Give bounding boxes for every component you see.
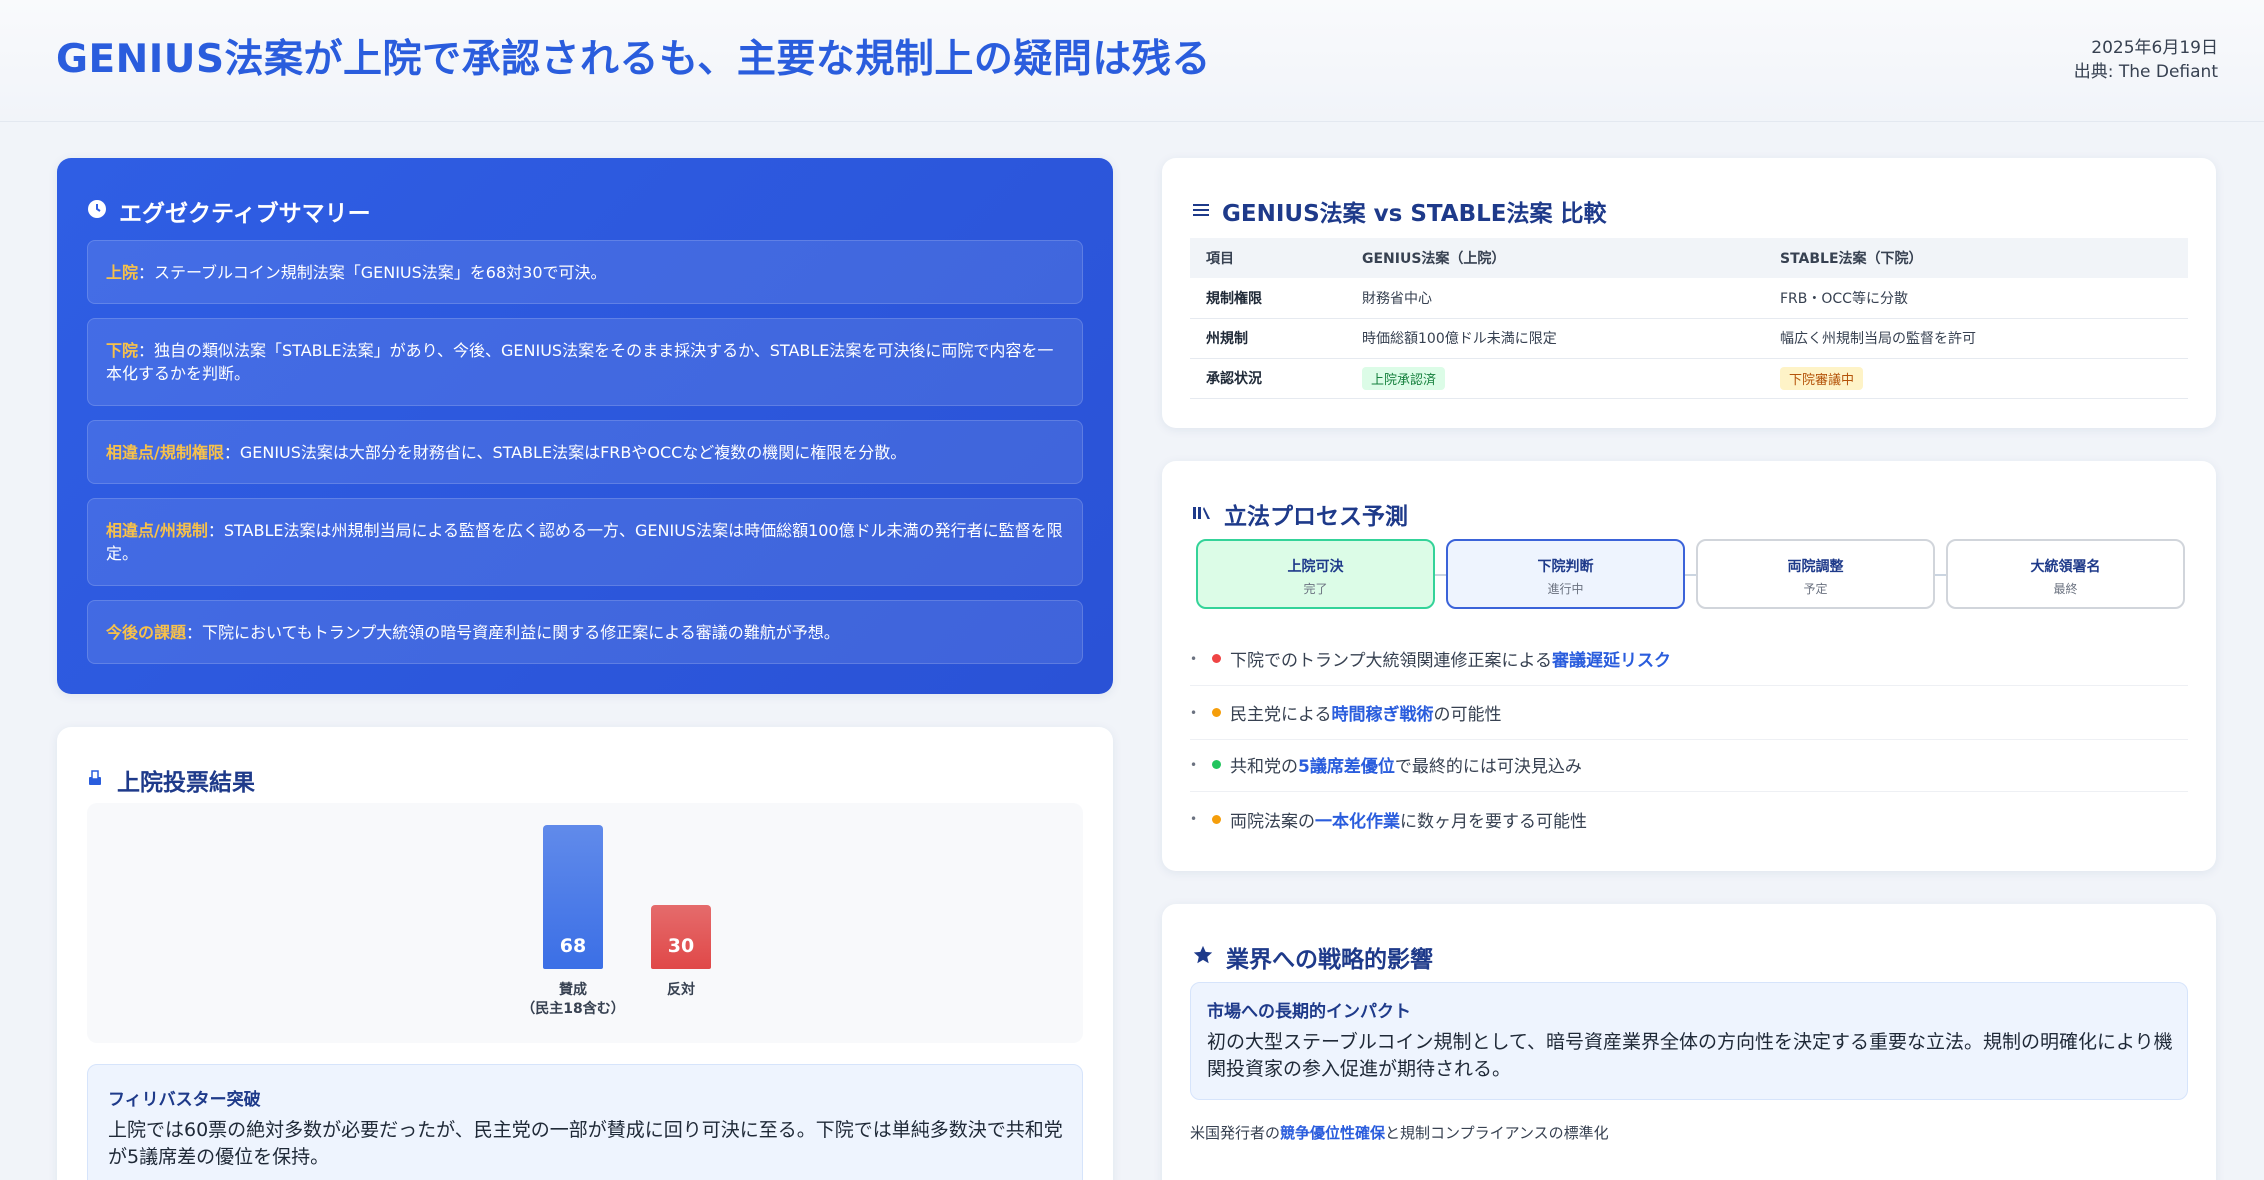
risk-item: • 民主党による 時間稼ぎ戦術 の可能性 — [1190, 686, 2188, 740]
status-dot — [1212, 708, 1221, 717]
impact-callout: 市場への長期的インパクト 初の大型ステーブルコイン規制として、暗号資産業界全体の… — [1190, 982, 2188, 1100]
impact-title: 業界への戦略的影響 — [1192, 940, 1433, 974]
filibuster-text: 上院では60票の絶対多数が必要だったが、民主党の一部が賛成に回り可決に至る。下院… — [108, 1119, 1063, 1168]
vote-bar-chart: 68 賛成 （民主18含む） 30 反対 — [87, 803, 1083, 1043]
table-cell: 規制権限 — [1190, 278, 1346, 319]
legislative-process-card: 立法プロセス予測 上院可決 完了 下院判断 進行中 両院調整 予定 大統領署名 … — [1162, 461, 2216, 871]
publish-date: 2025年6月19日 — [2091, 38, 2218, 58]
summary-item: 上院：ステーブルコイン規制法案「GENIUS法案」を68対30で可決。 — [87, 240, 1083, 304]
status-dot — [1212, 654, 1221, 663]
process-title: 立法プロセス予測 — [1192, 497, 1408, 531]
table-row: 承認状況 上院承認済 下院審議中 — [1190, 358, 2188, 399]
filibuster-title: フィリバスター突破 — [108, 1090, 261, 1110]
bar-value-label: 68 — [559, 935, 587, 957]
status-badge: 下院審議中 — [1780, 366, 1864, 390]
summary-item: 今後の課題：下院においてもトランプ大統領の暗号資産利益に関する修正案による審議の… — [87, 600, 1083, 664]
bar-category-label: 反対 — [667, 982, 695, 998]
table-cell: 下院審議中 — [1764, 358, 2188, 399]
risk-item: • 共和党の 5議席差優位 で最終的には可決見込み — [1190, 738, 2188, 792]
table-cell: 幅広く州規制当局の監督を許可 — [1764, 318, 2188, 359]
table-cell: 承認状況 — [1190, 358, 1346, 399]
step-connector — [1935, 574, 1946, 576]
risk-item: • 下院でのトランプ大統領関連修正案による 審議遅延リスク — [1190, 632, 2188, 686]
summary-item: 下院：独自の類似法案「STABLE法案」があり、今後、GENIUS法案をそのまま… — [87, 318, 1083, 406]
process-step-house: 下院判断 進行中 — [1446, 539, 1685, 609]
list-icon — [1192, 199, 1210, 223]
source-label: 出典: The Defiant — [2073, 62, 2218, 82]
page-meta: 2025年6月19日 出典: The Defiant — [2074, 36, 2218, 84]
table-cell: 州規制 — [1190, 318, 1346, 359]
table-header: STABLE法案（下院） — [1764, 238, 2188, 278]
table-cell: FRB・OCC等に分散 — [1764, 278, 2188, 319]
status-dot — [1212, 814, 1221, 824]
clock-icon — [87, 199, 107, 224]
table-cell: 財務省中心 — [1346, 278, 1764, 319]
status-badge: 上院承認済 — [1362, 366, 1446, 390]
impact-callout-text: 初の大型ステーブルコイン規制として、暗号資産業界全体の方向性を決定する重要な立法… — [1207, 1031, 2173, 1080]
star-icon — [1192, 944, 1214, 971]
table-header: GENIUS法案（上院） — [1346, 238, 1764, 278]
bar-value-label: 30 — [667, 935, 695, 957]
industry-impact-card: 業界への戦略的影響 市場への長期的インパクト 初の大型ステーブルコイン規制として… — [1162, 904, 2216, 1180]
table-header-row: 項目 GENIUS法案（上院） STABLE法案（下院） — [1190, 238, 2188, 278]
table-cell: 時価総額100億ドル未満に限定 — [1346, 318, 1764, 359]
impact-footnote: 米国発行者の競争優位性確保と規制コンプライアンスの標準化 — [1190, 1124, 1609, 1142]
table-header: 項目 — [1190, 238, 1346, 278]
process-step-signature: 大統領署名 最終 — [1946, 539, 2185, 609]
senate-vote-card: 上院投票結果 68 賛成 （民主18含む） 30 反対 フィリバスター突破 上院では60… — [57, 727, 1113, 1180]
summary-item: 相違点/州規制：STABLE法案は州規制当局による監督を広く認める一方、GENI… — [87, 498, 1083, 586]
table-row: 州規制 時価総額100億ドル未満に限定 幅広く州規制当局の監督を許可 — [1190, 318, 2188, 359]
executive-summary-card: エグゼクティブサマリー 上院：ステーブルコイン規制法案「GENIUS法案」を68… — [57, 158, 1113, 694]
table-row: 規制権限 財務省中心 FRB・OCC等に分散 — [1190, 278, 2188, 319]
page-title: GENIUS法案が上院で承認されるも、主要な規制上の疑問は残る — [56, 37, 1211, 82]
status-dot — [1212, 760, 1221, 769]
ballot-icon — [87, 768, 105, 792]
filibuster-note: フィリバスター突破 上院では60票の絶対多数が必要だったが、民主党の一部が賛成に… — [87, 1064, 1083, 1180]
risk-item: • 両院法案の 一本化作業 に数ヶ月を要する可能性 — [1190, 811, 1587, 832]
page-header: GENIUS法案が上院で承認されるも、主要な規制上の疑問は残る 2025年6月1… — [0, 0, 2264, 122]
process-step-senate: 上院可決 完了 — [1196, 539, 1435, 609]
columns-icon — [1192, 502, 1212, 526]
executive-summary-title: エグゼクティブサマリー — [87, 194, 371, 228]
comparison-table: 項目 GENIUS法案（上院） STABLE法案（下院） 規制権限 財務省中心 … — [1190, 238, 2188, 399]
senate-vote-title: 上院投票結果 — [87, 763, 255, 797]
process-step-reconcile: 両院調整 予定 — [1696, 539, 1935, 609]
table-cell: 上院承認済 — [1346, 358, 1764, 399]
comparison-title: GENIUS法案 vs STABLE法案 比較 — [1192, 194, 1607, 228]
summary-item: 相違点/規制権限：GENIUS法案は大部分を財務省に、STABLE法案はFRBや… — [87, 420, 1083, 484]
impact-callout-title: 市場への長期的インパクト — [1207, 1002, 1411, 1022]
step-connector — [1685, 574, 1696, 576]
bill-comparison-card: GENIUS法案 vs STABLE法案 比較 項目 GENIUS法案（上院） … — [1162, 158, 2216, 428]
step-connector — [1435, 574, 1446, 576]
